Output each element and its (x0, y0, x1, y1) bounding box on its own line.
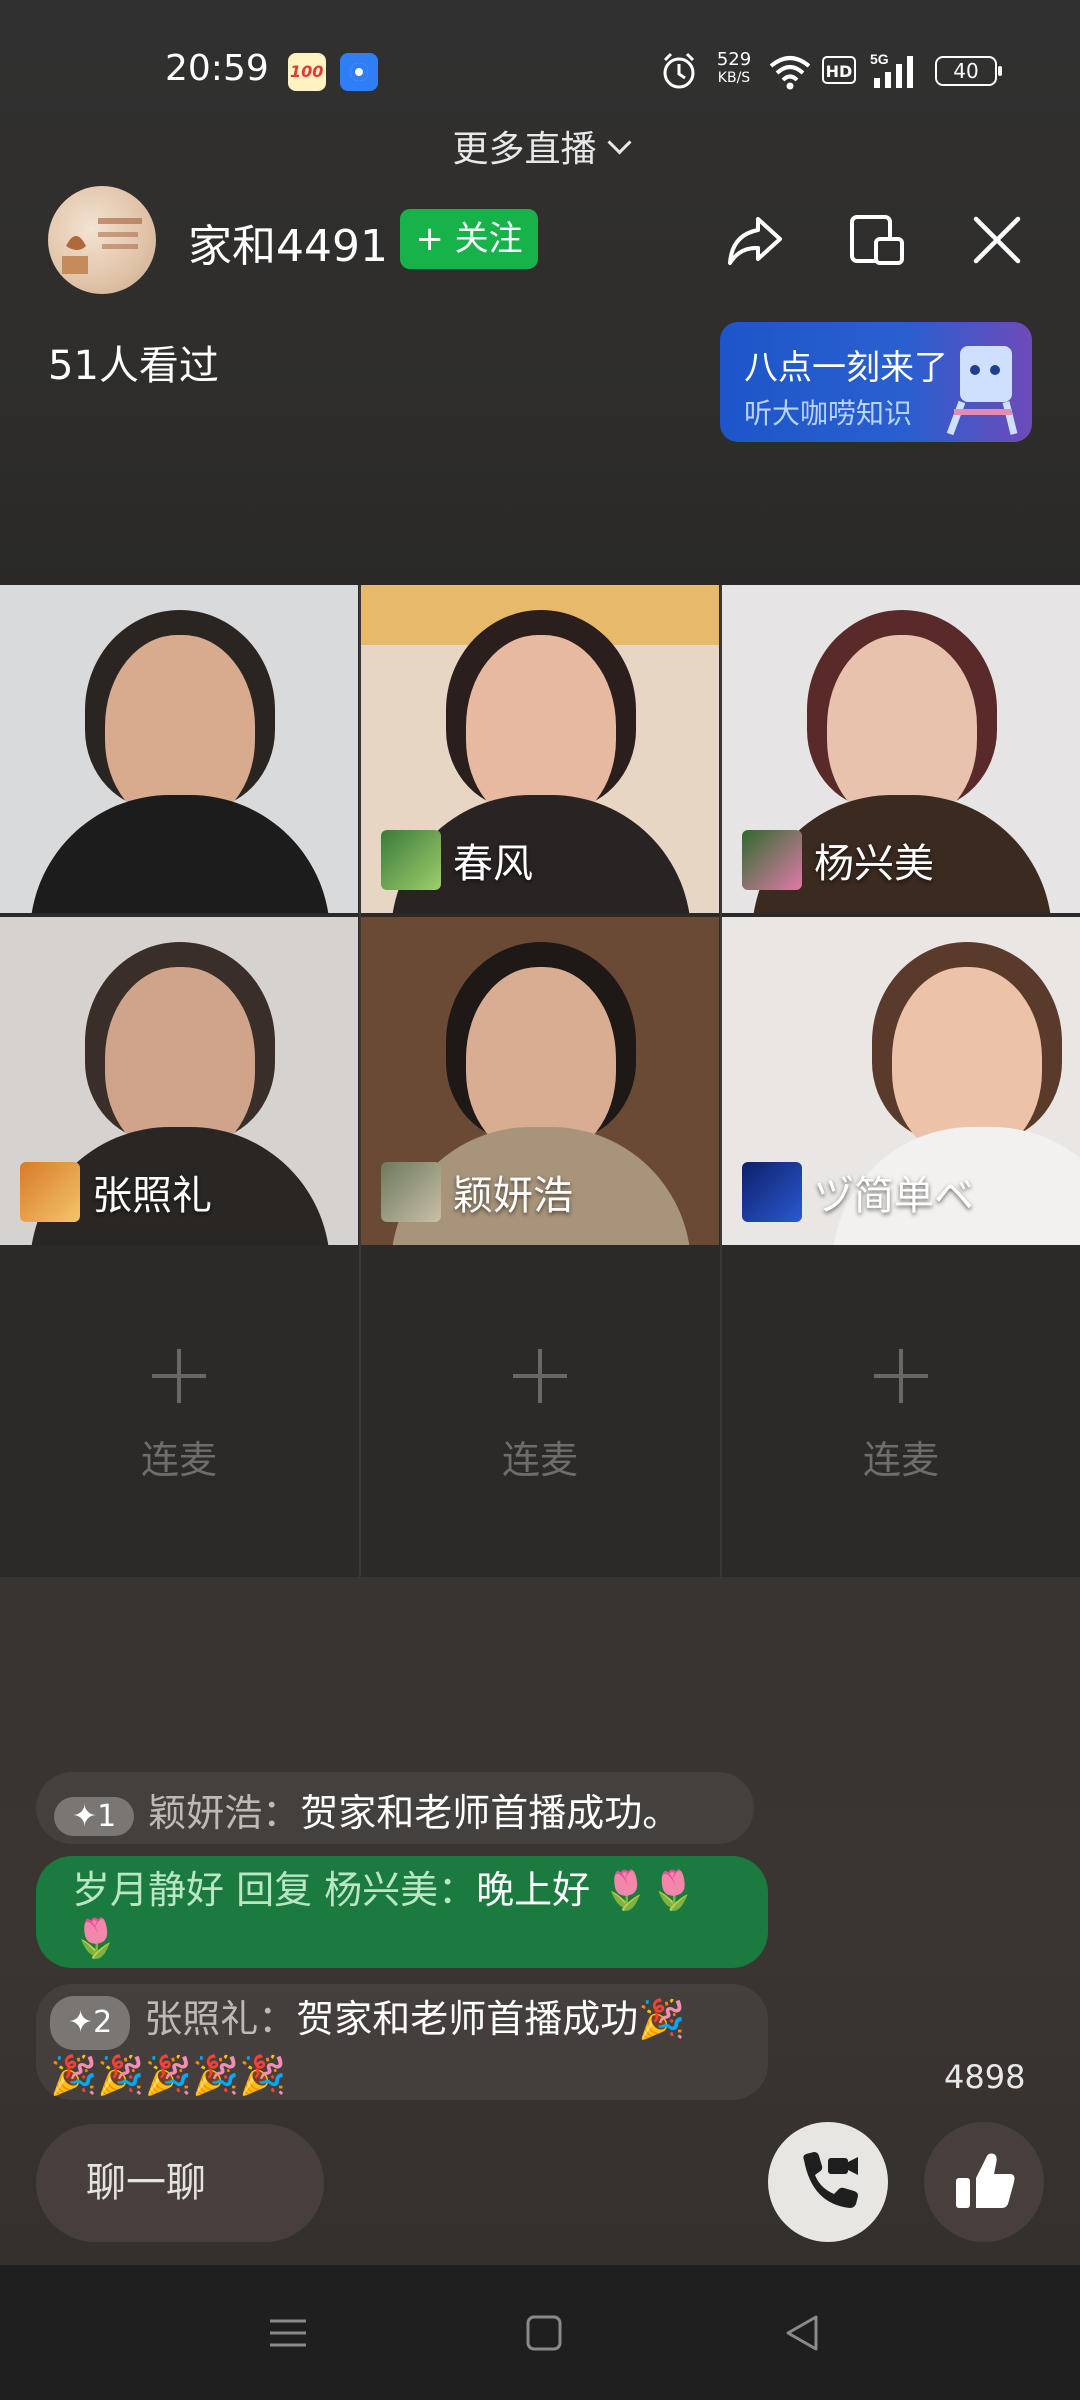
host-name[interactable]: 家和4491 (188, 210, 388, 274)
menu-icon[interactable] (266, 2311, 310, 2355)
join-mic-label: 连麦 (501, 1438, 578, 1482)
share-icon[interactable] (720, 205, 790, 275)
video-tile[interactable] (0, 585, 358, 913)
participant-label: 颖妍浩 (381, 1162, 573, 1222)
notification-app-icon-2 (340, 53, 378, 91)
hd-indicator: HD (822, 56, 856, 84)
like-button[interactable] (924, 2122, 1044, 2242)
close-icon[interactable] (962, 205, 1032, 275)
notification-app-icon (288, 53, 326, 91)
like-count: 4898 (944, 2058, 1026, 2096)
grid-divider (359, 585, 361, 1575)
chat-username: 岁月静好 回复 杨兴美： (72, 1868, 477, 1912)
room-avatar-icon (381, 1162, 441, 1222)
wifi-icon (769, 56, 811, 90)
promo-subtitle: 听大咖唠知识 (744, 397, 913, 430)
host-avatar-image (62, 218, 142, 274)
follow-button[interactable]: + 关注 (400, 209, 538, 269)
participant-name: 张照礼 (92, 1173, 212, 1219)
flower-avatar-icon (742, 830, 802, 890)
status-time: 20:59 (165, 48, 269, 89)
system-nav-bar (0, 2265, 1080, 2400)
party-emoji: 🎉🎉🎉🎉🎉 (50, 2053, 287, 2097)
participant-name: ヅ简单ベ (814, 1173, 974, 1219)
video-call-button[interactable] (768, 2122, 888, 2242)
chat-text: 晚上好 (476, 1868, 591, 1912)
chat-username: 张照礼： (144, 1997, 297, 2041)
grid-divider (720, 585, 722, 1575)
chevron-down-icon (606, 130, 632, 155)
tulip-emoji: 🌷🌷 (602, 1868, 697, 1912)
join-mic-label: 连麦 (862, 1438, 939, 1482)
fan-level-badge: ✦1 (54, 1797, 135, 1836)
net-speed-unit: KB/S (717, 70, 751, 86)
viewer-count: 51人看过 (48, 343, 219, 389)
participant-name: 春风 (453, 841, 533, 887)
video-grid: 春风 杨兴美 张照礼 颖妍浩 ヅ简单ベ 连麦 连麦 连麦 (0, 585, 1080, 1577)
join-mic-slot[interactable]: 连麦 (361, 1249, 719, 1577)
participant-label: 春风 (381, 830, 533, 890)
chat-input[interactable]: 聊一聊 (36, 2124, 324, 2242)
chat-text: 贺家和老师首播成功。 (300, 1791, 681, 1835)
host-avatar[interactable] (48, 186, 156, 294)
signal-icon: 5G (870, 51, 913, 88)
more-live-label: 更多直播 (452, 129, 597, 170)
status-bar: 20:59 529 KB/S HD 5G 40 (0, 0, 1080, 140)
lotus-avatar-icon (381, 830, 441, 890)
plus-icon (874, 1349, 928, 1403)
chat-message-reply[interactable]: 岁月静好 回复 杨兴美：晚上好 🌷🌷 🌷 (36, 1856, 768, 1968)
video-tile[interactable]: 颖妍浩 (361, 917, 719, 1245)
promo-title: 八点一刻来了 (744, 348, 948, 388)
promo-banner[interactable]: 八点一刻来了 听大咖唠知识 (720, 322, 1032, 442)
chat-text: 贺家和老师首播成功 (296, 1997, 639, 2041)
video-tile[interactable]: 杨兴美 (722, 585, 1080, 913)
tulip-emoji: 🌷 (72, 1916, 120, 1960)
participant-body (30, 795, 330, 913)
video-call-icon (803, 2152, 858, 2208)
join-mic-slot[interactable]: 连麦 (722, 1249, 1080, 1577)
promo-mascot-icon (946, 346, 1018, 436)
signal-label: 5G (870, 51, 889, 67)
back-icon[interactable] (780, 2311, 824, 2355)
fan-level-badge: ✦2 (50, 1996, 131, 2050)
join-mic-label: 连麦 (140, 1438, 217, 1482)
alarm-icon (663, 52, 695, 89)
net-speed-value: 529 (716, 49, 752, 70)
net-speed: 529 KB/S (712, 50, 756, 92)
party-emoji: 🎉 (638, 1997, 686, 2041)
participant-label: 杨兴美 (742, 830, 934, 890)
fruit-basket-avatar-icon (20, 1162, 80, 1222)
participant-name: 颖妍浩 (453, 1173, 573, 1219)
chat-message[interactable]: ✦1 颖妍浩：贺家和老师首播成功。 (36, 1772, 754, 1844)
chat-username: 颖妍浩： (148, 1791, 301, 1835)
plus-icon (152, 1349, 206, 1403)
video-tile[interactable]: 张照礼 (0, 917, 358, 1245)
plus-icon (513, 1349, 567, 1403)
chat-message[interactable]: ✦2 张照礼：贺家和老师首播成功🎉 🎉🎉🎉🎉🎉 (36, 1984, 768, 2100)
join-mic-slot[interactable]: 连麦 (0, 1249, 358, 1577)
blue-avatar-icon (742, 1162, 802, 1222)
participant-label: 张照礼 (20, 1162, 212, 1222)
more-live-dropdown[interactable]: 更多直播 (0, 120, 1080, 172)
video-tile[interactable]: 春风 (361, 585, 719, 913)
video-tile[interactable]: ヅ简单ベ (722, 917, 1080, 1245)
battery-indicator: 40 (935, 56, 1002, 86)
thumbs-up-icon (956, 2153, 1015, 2208)
participant-label: ヅ简单ベ (742, 1162, 974, 1222)
participant-name: 杨兴美 (814, 841, 934, 887)
home-icon[interactable] (522, 2311, 566, 2355)
minimize-window-icon[interactable] (842, 205, 912, 275)
